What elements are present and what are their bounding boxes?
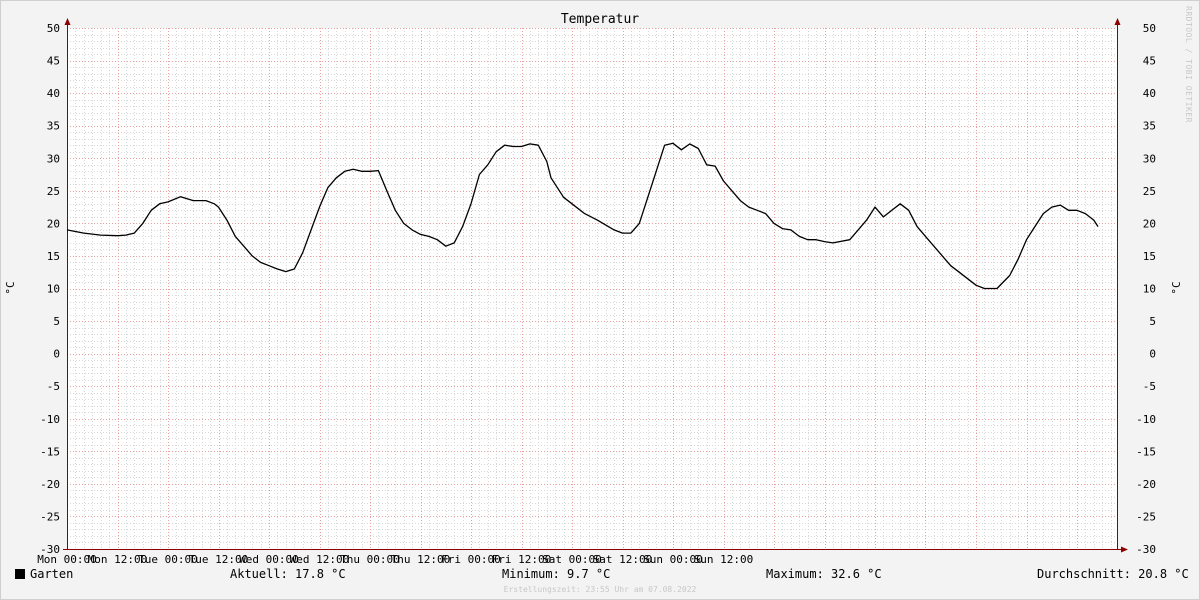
y-tick-label-left: 25 — [47, 185, 60, 198]
legend-current: Aktuell: 17.8 °C — [230, 567, 346, 581]
y-tick-label-right: -15 — [1136, 445, 1156, 458]
x-axis-ticks: Mon 00:00Mon 12:00Tue 00:00Tue 12:00Wed … — [37, 553, 753, 566]
legend-swatch — [15, 569, 25, 579]
y-tick-label-right: -5 — [1143, 380, 1156, 393]
y-tick-label-right: -10 — [1136, 413, 1156, 426]
y-tick-label-left: 0 — [53, 348, 60, 361]
legend-average: Durchschnitt: 20.8 °C — [1037, 567, 1189, 581]
legend-series: Garten — [15, 567, 73, 581]
y-tick-label-left: -5 — [47, 380, 60, 393]
y-tick-label-right: 10 — [1143, 283, 1156, 296]
y-tick-label-left: 35 — [47, 120, 60, 133]
chart-title: Temperatur — [561, 12, 639, 27]
y-axis-label-right: °C — [1170, 281, 1183, 294]
legend-minimum: Minimum: 9.7 °C — [502, 567, 611, 581]
y-tick-label-right: 5 — [1149, 315, 1156, 328]
y-tick-label-right: 50 — [1143, 22, 1156, 35]
temperature-chart: 50454035302520151050-5-10-15-20-25-30 50… — [0, 0, 1200, 600]
y-tick-label-left: -20 — [40, 478, 60, 491]
y-tick-label-right: 20 — [1143, 217, 1156, 230]
y-tick-label-right: 35 — [1143, 120, 1156, 133]
y-tick-label-left: 20 — [47, 217, 60, 230]
y-tick-label-right: 40 — [1143, 87, 1156, 100]
y-tick-label-right: 45 — [1143, 55, 1156, 68]
y-tick-label-left: -15 — [40, 445, 60, 458]
y-tick-label-right: 0 — [1149, 348, 1156, 361]
creation-time: Erstellungszeit: 23:55 Uhr am 07.08.2022 — [503, 585, 697, 594]
y-axis-label-left: °C — [4, 281, 17, 294]
y-tick-label-left: 30 — [47, 152, 60, 165]
y-tick-label-left: 40 — [47, 87, 60, 100]
y-tick-label-left: -10 — [40, 413, 60, 426]
y-tick-label-left: 45 — [47, 55, 60, 68]
y-tick-label-right: 15 — [1143, 250, 1156, 263]
y-tick-label-left: 50 — [47, 22, 60, 35]
y-tick-label-right: -30 — [1136, 543, 1156, 556]
legend-series-name: Garten — [30, 567, 74, 581]
y-tick-label-right: 30 — [1143, 152, 1156, 165]
y-tick-label-left: 10 — [47, 283, 60, 296]
y-tick-label-left: -25 — [40, 510, 60, 523]
y-tick-label-right: 25 — [1143, 185, 1156, 198]
y-tick-label-right: -25 — [1136, 510, 1156, 523]
y-tick-label-right: -20 — [1136, 478, 1156, 491]
legend-maximum: Maximum: 32.6 °C — [766, 567, 882, 581]
watermark: RRDTOOL / TOBI OETIKER — [1184, 6, 1193, 123]
x-tick-label: Sun 12:00 — [694, 553, 754, 566]
y-tick-label-left: 15 — [47, 250, 60, 263]
y-tick-label-left: 5 — [53, 315, 60, 328]
